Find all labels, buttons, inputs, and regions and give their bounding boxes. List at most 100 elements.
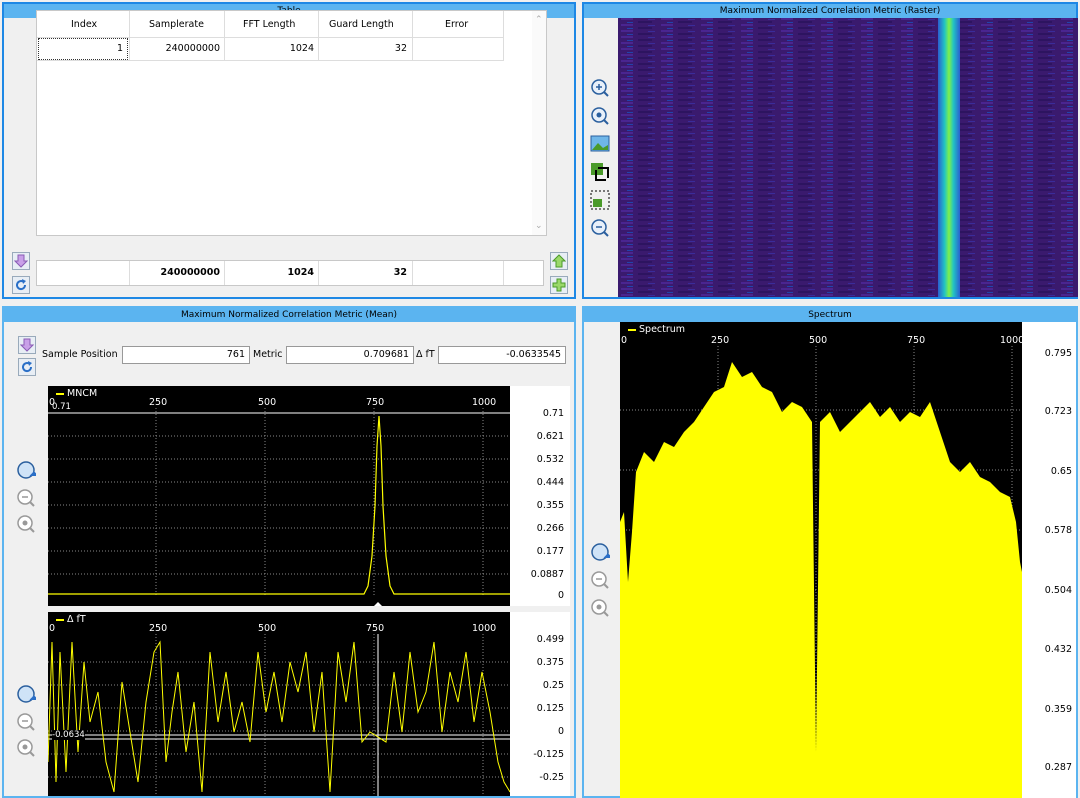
mean-panel: Maximum Normalized Correlation Metric (M… (2, 306, 576, 798)
spectrum-x-tick-1: 250 (711, 335, 730, 346)
dft-label: Δ fT (416, 349, 435, 360)
footer-fft-length: 1024 (287, 267, 314, 278)
mncm-grid (48, 408, 510, 606)
mean-refresh-button[interactable] (18, 358, 36, 376)
mncm-plot[interactable]: MNCM 0 0.71 250 500 750 1000 (48, 386, 510, 606)
dft-legend: Δ fT (56, 614, 86, 625)
zoom-out-icon[interactable] (590, 570, 610, 590)
spectrum-x-tick-2: 500 (809, 335, 828, 346)
spectrum-panel-title: Spectrum (584, 308, 1076, 322)
dft-x-tick-3: 750 (366, 623, 385, 634)
mncm-y-tick: 0.444 (536, 477, 564, 488)
plus-icon (552, 278, 566, 292)
cell-index[interactable]: 1 (117, 43, 123, 54)
footer-guard-length: 32 (393, 267, 407, 278)
mncm-y-tick: 0.177 (536, 546, 564, 557)
dft-marker-label: -0.0634 (52, 730, 85, 740)
metric-label: Metric (253, 349, 283, 360)
zoom-out-icon[interactable] (590, 218, 610, 238)
mncm-x-tick-2: 500 (258, 397, 277, 408)
col-header-guard-length[interactable]: Guard Length (329, 19, 394, 30)
zoom-out-icon[interactable] (16, 712, 36, 732)
scroll-up-icon[interactable]: ⌃ (535, 15, 543, 25)
dft-y-tick: 0.375 (536, 657, 564, 668)
cell-fft-length[interactable]: 1024 (290, 43, 314, 54)
mncm-y-axis: 0.71 0.621 0.532 0.444 0.355 0.266 0.177… (510, 386, 570, 606)
mncm-y-tick: 0.621 (536, 431, 564, 442)
spectrum-y-axis: 0.795 0.723 0.65 0.578 0.504 0.432 0.359… (1022, 322, 1076, 798)
dft-x-tick-0: 0 (49, 623, 56, 634)
dft-y-tick: 0.499 (536, 634, 564, 645)
table-row[interactable]: 1 240000000 1024 32 (37, 37, 503, 61)
arrow-down-icon (14, 254, 28, 268)
refresh-button[interactable] (12, 276, 30, 294)
col-header-samplerate[interactable]: Samplerate (149, 19, 204, 30)
col-header-error[interactable]: Error (445, 19, 468, 30)
mncm-y-tick: 0.71 (542, 408, 564, 419)
spectrum-grid (620, 346, 1022, 798)
zoom-in-icon[interactable] (590, 78, 610, 98)
mncm-legend: MNCM (56, 388, 97, 399)
sample-position-field[interactable]: 761 (122, 346, 250, 364)
mncm-y-tick: 0.355 (536, 500, 564, 511)
refresh-icon (22, 361, 33, 373)
mncm-y-tick: 0.532 (536, 454, 564, 465)
dft-y-tick: 0.25 (542, 680, 564, 691)
move-up-button[interactable] (550, 252, 568, 270)
zoom-fit-icon[interactable] (16, 514, 36, 534)
mean-move-down-button[interactable] (18, 336, 36, 354)
spectrum-x-tick-3: 750 (907, 335, 926, 346)
dft-y-tick: -0.25 (539, 772, 564, 783)
mncm-y-tick: 0 (557, 590, 564, 601)
image-icon[interactable] (590, 134, 610, 154)
raster-plot[interactable] (618, 18, 1078, 297)
dft-y-tick: 0 (557, 726, 564, 737)
metric-field[interactable]: 0.709681 (286, 346, 414, 364)
col-header-fft-length[interactable]: FFT Length (243, 19, 295, 30)
dft-grid (48, 634, 510, 796)
refresh-icon (16, 279, 27, 291)
sample-position-label: Sample Position (42, 349, 118, 360)
dft-y-tick: 0.125 (536, 703, 564, 714)
mncm-x-tick-4: 1000 (472, 397, 497, 408)
data-table[interactable]: Index Samplerate FFT Length Guard Length… (36, 10, 547, 236)
spectrum-y-tick: 0.432 (1044, 644, 1072, 655)
raster-panel: Maximum Normalized Correlation Metric (R… (582, 2, 1078, 299)
mncm-x-tick-3: 750 (366, 397, 385, 408)
mncm-x-tick-1: 250 (149, 397, 168, 408)
cell-guard-length[interactable]: 32 (395, 43, 407, 54)
dft-y-tick: -0.125 (533, 749, 564, 760)
scroll-down-icon[interactable]: ⌄ (535, 221, 543, 231)
raster-panel-title: Maximum Normalized Correlation Metric (R… (584, 4, 1076, 18)
dft-trace (48, 640, 510, 793)
mncm-y-tick: 0.0887 (530, 569, 564, 580)
mncm-y-tick: 0.266 (536, 523, 564, 534)
table-scrollbar[interactable]: ⌃ ⌄ (532, 11, 546, 235)
zoom-fit-icon[interactable] (590, 106, 610, 126)
dft-plot[interactable]: Δ fT 0 250 500 750 1000 -0.0634 (48, 612, 510, 796)
spectrum-y-tick: 0.723 (1044, 406, 1072, 417)
zoom-fit-icon[interactable] (590, 598, 610, 618)
zoom-reset-icon[interactable] (16, 684, 36, 704)
table-panel: Table Index Samplerate FFT Length Guard … (2, 2, 576, 299)
spectrum-x-tick-4: 1000 (1000, 335, 1022, 346)
arrow-up-icon (552, 254, 566, 268)
spectrum-y-tick: 0.287 (1044, 762, 1072, 773)
zoom-reset-icon[interactable] (590, 542, 610, 562)
cell-samplerate[interactable]: 240000000 (166, 43, 220, 54)
zoom-out-icon[interactable] (16, 488, 36, 508)
zoom-reset-icon[interactable] (16, 460, 36, 480)
spectrum-plot[interactable]: Spectrum 0 250 500 750 1000 (620, 322, 1022, 798)
move-down-button[interactable] (12, 252, 30, 270)
footer-samplerate: 240000000 (160, 267, 221, 278)
dft-field[interactable]: -0.0633545 (438, 346, 566, 364)
dft-x-tick-1: 250 (149, 623, 168, 634)
add-row-button[interactable] (550, 276, 568, 294)
dft-y-axis: 0.499 0.375 0.25 0.125 0 -0.125 -0.25 (510, 612, 570, 796)
crop-icon[interactable] (590, 162, 610, 182)
spectrum-y-tick: 0.504 (1044, 585, 1072, 596)
select-region-icon[interactable] (590, 190, 610, 210)
zoom-fit-icon[interactable] (16, 738, 36, 758)
arrow-down-icon (20, 338, 34, 352)
col-header-index[interactable]: Index (71, 19, 97, 30)
